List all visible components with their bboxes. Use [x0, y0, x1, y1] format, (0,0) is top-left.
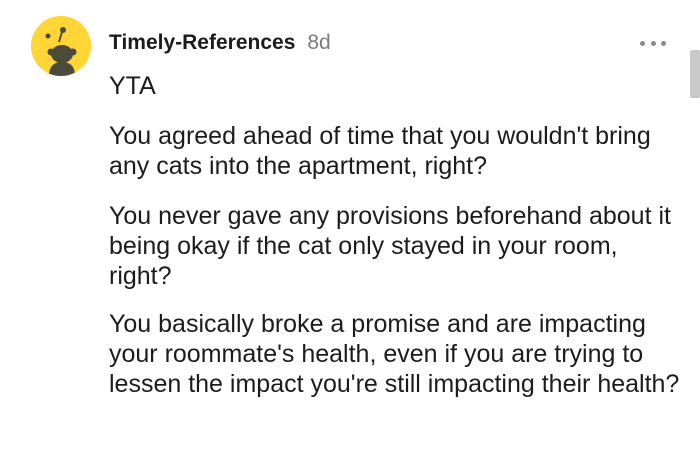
user-avatar[interactable] — [31, 16, 91, 76]
comment-paragraph: You never gave any provisions beforehand… — [109, 202, 671, 290]
dot-icon — [650, 40, 656, 46]
comment-paragraph: You basically broke a promise and are im… — [109, 310, 680, 398]
comment-header: Timely-References 8d — [109, 31, 331, 61]
comment-body: YTA You agreed ahead of time that you wo… — [109, 71, 684, 399]
comment-paragraph: You agreed ahead of time that you wouldn… — [109, 122, 651, 180]
snoo-avatar-icon — [31, 16, 91, 76]
scrollbar[interactable] — [690, 50, 700, 98]
username-link[interactable]: Timely-References — [109, 31, 295, 55]
more-options-button[interactable] — [640, 36, 666, 50]
comment: Timely-References 8d YTA You agreed ahea… — [0, 0, 700, 473]
comment-age[interactable]: 8d — [307, 31, 330, 55]
dot-icon — [640, 40, 645, 46]
verdict-text: YTA — [109, 72, 156, 100]
dot-icon — [661, 40, 666, 46]
